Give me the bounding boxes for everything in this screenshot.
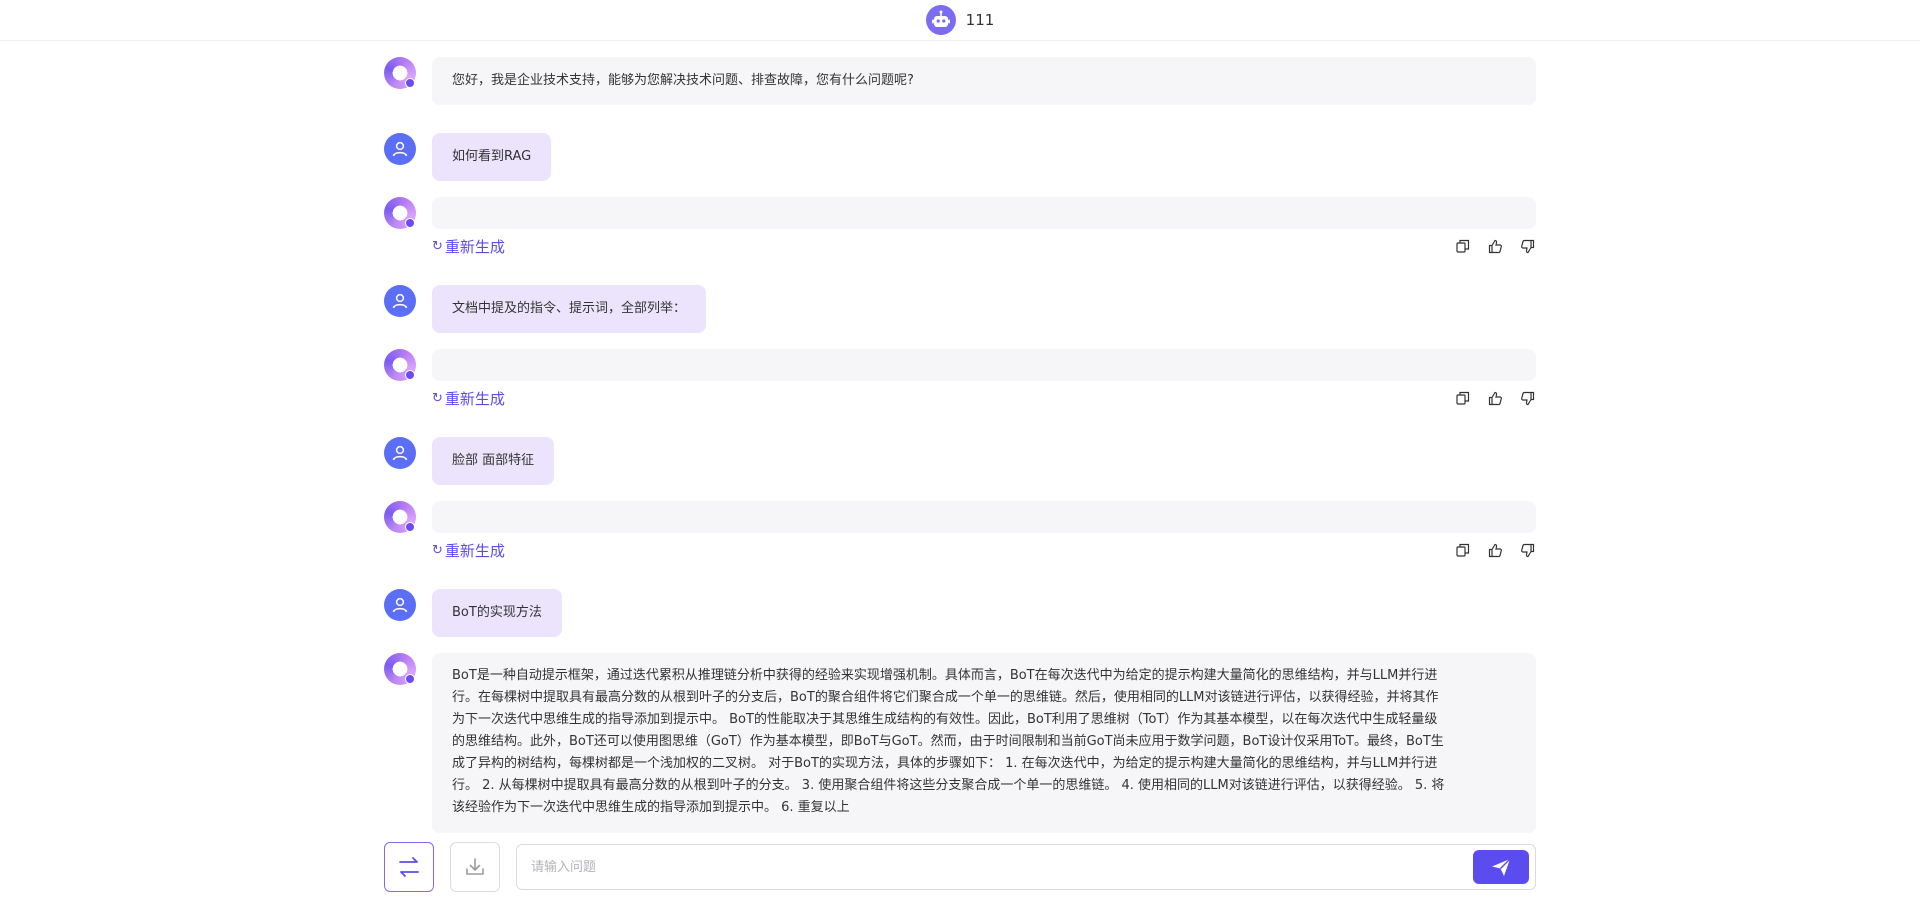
bot-name: 111 <box>965 11 995 29</box>
ai-answer-bubble: BoT是一种自动提示框架，通过迭代累积从推理链分析中获得的经验来实现增强机制。具… <box>432 653 1536 833</box>
thumbs-down-icon[interactable] <box>1518 541 1536 559</box>
thumbs-up-icon[interactable] <box>1486 237 1504 255</box>
answer-line: 的思维结构。此外，BoT还可以使用图思维（GoT）作为基本模型，即BoT与GoT… <box>452 734 1444 749</box>
question-input-wrap <box>516 844 1536 890</box>
thumbs-down-icon[interactable] <box>1518 237 1536 255</box>
message-actions: ↻ 重新生成 <box>432 539 1536 561</box>
ai-message-bubble <box>432 349 1536 381</box>
ai-avatar <box>384 349 416 381</box>
answer-line: 行。在每棵树中提取具有最高分数的从根到叶子的分支后，BoT的聚合组件将它们聚合成… <box>452 690 1439 705</box>
refresh-icon: ↻ <box>432 542 443 558</box>
user-icon <box>392 293 408 309</box>
user-message-bubble: 文档中提及的指令、提示词，全部列举： <box>432 285 707 333</box>
user-message-bubble: 脸部 面部特征 <box>432 437 555 485</box>
top-bar: 111 <box>0 0 1920 41</box>
ai-avatar <box>384 197 416 229</box>
swap-icon <box>399 857 419 877</box>
copy-icon[interactable] <box>1454 541 1472 559</box>
user-icon <box>392 141 408 157</box>
refresh-icon: ↻ <box>432 390 443 406</box>
user-icon <box>392 597 408 613</box>
answer-line: 该经验作为下一次迭代中思维生成的指导添加到提示中。 6. 重复以上 <box>452 800 850 815</box>
message-actions: ↻ 重新生成 <box>432 235 1536 257</box>
ai-avatar <box>384 501 416 533</box>
regenerate-button[interactable]: ↻ 重新生成 <box>432 236 505 257</box>
ai-message-bubble: 您好，我是企业技术支持，能够为您解决技术问题、排查故障，您有什么问题呢? <box>432 57 1536 105</box>
user-avatar <box>384 133 416 165</box>
send-button[interactable] <box>1473 850 1529 884</box>
input-bar <box>384 842 1536 894</box>
user-message-bubble: BoT的实现方法 <box>432 589 562 637</box>
ai-message-bubble <box>432 501 1536 533</box>
regenerate-button[interactable]: ↻ 重新生成 <box>432 540 505 561</box>
answer-line: 行。 2. 从每棵树中提取具有最高分数的从根到叶子的分支。 3. 使用聚合组件将… <box>452 778 1445 793</box>
question-input[interactable] <box>529 858 1473 876</box>
ai-avatar <box>384 57 416 89</box>
thumbs-up-icon[interactable] <box>1486 389 1504 407</box>
answer-line: 为下一次迭代中思维生成的指导添加到提示中。 BoT的性能取决于其思维生成结构的有… <box>452 712 1438 727</box>
regenerate-button[interactable]: ↻ 重新生成 <box>432 388 505 409</box>
send-icon <box>1492 858 1511 876</box>
ai-avatar <box>384 653 416 685</box>
copy-icon[interactable] <box>1454 237 1472 255</box>
switch-button[interactable] <box>384 842 434 892</box>
download-icon <box>466 858 484 875</box>
answer-line: BoT是一种自动提示框架，通过迭代累积从推理链分析中获得的经验来实现增强机制。具… <box>452 668 1438 683</box>
answer-line: 成了异构的树结构，每棵树都是一个浅加权的二叉树。 对于BoT的实现方法，具体的步… <box>452 756 1438 771</box>
user-avatar <box>384 437 416 469</box>
user-message-bubble: 如何看到RAG <box>432 133 552 181</box>
download-button[interactable] <box>450 842 500 892</box>
thumbs-up-icon[interactable] <box>1486 541 1504 559</box>
robot-icon <box>925 5 956 35</box>
user-icon <box>392 445 408 461</box>
thumbs-down-icon[interactable] <box>1518 389 1536 407</box>
ai-message-bubble <box>432 197 1536 229</box>
refresh-icon: ↻ <box>432 238 443 254</box>
copy-icon[interactable] <box>1454 389 1472 407</box>
message-actions: ↻ 重新生成 <box>432 387 1536 409</box>
user-avatar <box>384 589 416 621</box>
user-avatar <box>384 285 416 317</box>
